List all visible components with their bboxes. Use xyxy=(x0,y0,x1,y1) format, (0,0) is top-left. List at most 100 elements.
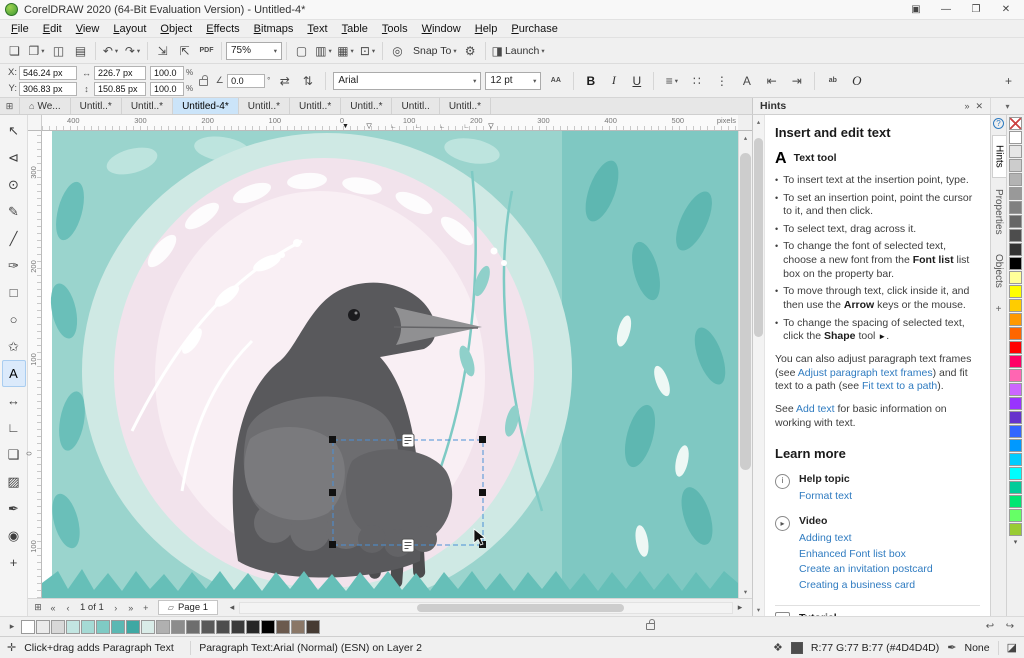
menu-text[interactable]: Text xyxy=(300,22,334,36)
hints-scrollbar[interactable]: ▴ ▾ xyxy=(753,115,765,616)
page-flyout-button[interactable]: ⊞ xyxy=(31,602,45,613)
palette-scroll-down-icon[interactable]: ▾ xyxy=(1014,538,1018,546)
doc-color-swatch[interactable] xyxy=(141,620,155,634)
zoom-level-select[interactable]: 75%▾ xyxy=(226,42,282,60)
no-color-swatch[interactable] xyxy=(1009,117,1022,130)
color-swatch[interactable] xyxy=(1009,453,1022,466)
mirror-vertical-button[interactable]: ⇅ xyxy=(297,71,318,91)
menu-layout[interactable]: Layout xyxy=(106,22,153,36)
color-swatch[interactable] xyxy=(1009,509,1022,522)
color-swatch[interactable] xyxy=(1009,173,1022,186)
doc-color-swatch[interactable] xyxy=(261,620,275,634)
color-swatch[interactable] xyxy=(1009,187,1022,200)
color-swatch[interactable] xyxy=(1009,327,1022,340)
text-tool[interactable]: A xyxy=(2,360,26,387)
indent-marker-left[interactable]: ▽ xyxy=(366,123,371,130)
doc-color-swatch[interactable] xyxy=(96,620,110,634)
learn-more-link[interactable]: Creating a business card xyxy=(799,579,933,593)
rotation-input[interactable]: 0.0 xyxy=(227,74,265,88)
bold-button[interactable]: B xyxy=(581,71,600,90)
close-docker-button[interactable]: ✕ xyxy=(975,101,983,112)
minimize-button[interactable]: — xyxy=(939,4,953,15)
indent-marker-right[interactable]: ▽ xyxy=(488,123,493,130)
font-list-select[interactable]: Arial ▾ xyxy=(333,72,481,90)
underline-button[interactable]: U xyxy=(627,71,646,90)
rectangle-tool[interactable]: □ xyxy=(2,279,26,306)
document-tab-5[interactable]: Untitl..* xyxy=(239,98,290,114)
page-tab[interactable]: ▱ Page 1 xyxy=(158,600,218,615)
pick-tool[interactable]: ↖ xyxy=(2,117,26,144)
artistic-media-tool[interactable]: ✑ xyxy=(2,252,26,279)
document-tab-9[interactable]: Untitl..* xyxy=(440,98,491,114)
doc-color-swatch[interactable] xyxy=(51,620,65,634)
menu-table[interactable]: Table xyxy=(335,22,375,36)
connector-tool[interactable]: ∟ xyxy=(2,414,26,441)
color-swatch[interactable] xyxy=(1009,229,1022,242)
import-button[interactable]: ⇲ xyxy=(152,41,173,61)
scroll-up-button[interactable]: ▴ xyxy=(739,131,752,144)
open-document-button[interactable]: ❐▾ xyxy=(26,41,47,61)
palette-scroll-right-button[interactable]: ↪ xyxy=(1001,621,1019,632)
color-swatch[interactable] xyxy=(1009,313,1022,326)
full-screen-preview-button[interactable]: ▢ xyxy=(291,41,312,61)
color-swatch[interactable] xyxy=(1009,523,1022,536)
collapse-docker-button[interactable]: » xyxy=(964,101,969,111)
show-rulers-button[interactable]: ▥▾ xyxy=(313,41,334,61)
doc-color-swatch[interactable] xyxy=(216,620,230,634)
document-tab-3[interactable]: Untitl..* xyxy=(122,98,173,114)
tab-stop-marker[interactable]: ∟ xyxy=(391,124,397,130)
doc-color-swatch[interactable] xyxy=(36,620,50,634)
hint-link[interactable]: Add text xyxy=(796,403,835,415)
doc-color-swatch[interactable] xyxy=(156,620,170,634)
document-tab-6[interactable]: Untitl..* xyxy=(290,98,341,114)
welcome-screen-button[interactable]: ⊡▾ xyxy=(357,41,378,61)
menu-edit[interactable]: Edit xyxy=(36,22,69,36)
color-swatch[interactable] xyxy=(1009,159,1022,172)
menu-help[interactable]: Help xyxy=(468,22,505,36)
hints-scroll-thumb[interactable] xyxy=(754,138,763,338)
change-case-button[interactable]: AA xyxy=(545,71,566,91)
quick-help-icon[interactable]: ? xyxy=(993,118,1004,129)
doc-color-swatch[interactable] xyxy=(201,620,215,634)
restore-button[interactable]: ❐ xyxy=(969,4,983,15)
width-input[interactable]: 226.7 px xyxy=(94,66,146,80)
text-alignment-button[interactable]: ≡▾ xyxy=(661,71,682,91)
palette-flyout-button[interactable]: ▸ xyxy=(5,621,19,632)
menu-object[interactable]: Object xyxy=(153,22,199,36)
color-swatch[interactable] xyxy=(1009,467,1022,480)
tab-stop-marker[interactable]: ∟ xyxy=(439,124,445,130)
doc-color-swatch[interactable] xyxy=(246,620,260,634)
menu-effects[interactable]: Effects xyxy=(199,22,246,36)
vertical-ruler[interactable]: 3002001000100 xyxy=(28,131,42,598)
increase-indent-button[interactable]: ⇥ xyxy=(786,71,807,91)
polygon-tool[interactable]: ✩ xyxy=(2,333,26,360)
publish-to-pdf-button[interactable]: PDF xyxy=(196,41,217,61)
last-page-button[interactable]: » xyxy=(124,603,138,613)
doc-color-swatch[interactable] xyxy=(291,620,305,634)
launch-button[interactable]: ◨Launch▾ xyxy=(490,41,547,61)
document-tab-4[interactable]: Untitled-4* xyxy=(173,98,239,114)
color-swatch[interactable] xyxy=(1009,383,1022,396)
parallel-dimension-tool[interactable]: ↔ xyxy=(2,387,26,414)
scroll-left-button[interactable]: ◂ xyxy=(225,602,239,613)
tab-stop-marker[interactable]: ∟ xyxy=(415,124,421,130)
freehand-tool[interactable]: ✎ xyxy=(2,198,26,225)
mirror-horizontal-button[interactable]: ⇄ xyxy=(274,71,295,91)
customize-toolbox[interactable]: + xyxy=(2,549,26,576)
new-document-button[interactable]: ❏ xyxy=(4,41,25,61)
doc-color-swatch[interactable] xyxy=(276,620,290,634)
color-swatch[interactable] xyxy=(1009,397,1022,410)
doc-color-swatch[interactable] xyxy=(186,620,200,634)
color-swatch[interactable] xyxy=(1009,481,1022,494)
color-swatch[interactable] xyxy=(1009,355,1022,368)
quick-customize-button[interactable]: + xyxy=(996,304,1002,315)
prev-page-button[interactable]: ‹ xyxy=(61,603,75,613)
learn-more-link[interactable]: Format text xyxy=(799,490,852,504)
status-options-icon[interactable]: ◪ xyxy=(1007,641,1017,654)
snap-to-button[interactable]: Snap To▾ xyxy=(409,41,459,61)
doc-color-swatch[interactable] xyxy=(171,620,185,634)
color-swatch[interactable] xyxy=(1009,243,1022,256)
menu-bitmaps[interactable]: Bitmaps xyxy=(247,22,301,36)
color-swatch[interactable] xyxy=(1009,425,1022,438)
shape-tool[interactable]: ⊲ xyxy=(2,144,26,171)
